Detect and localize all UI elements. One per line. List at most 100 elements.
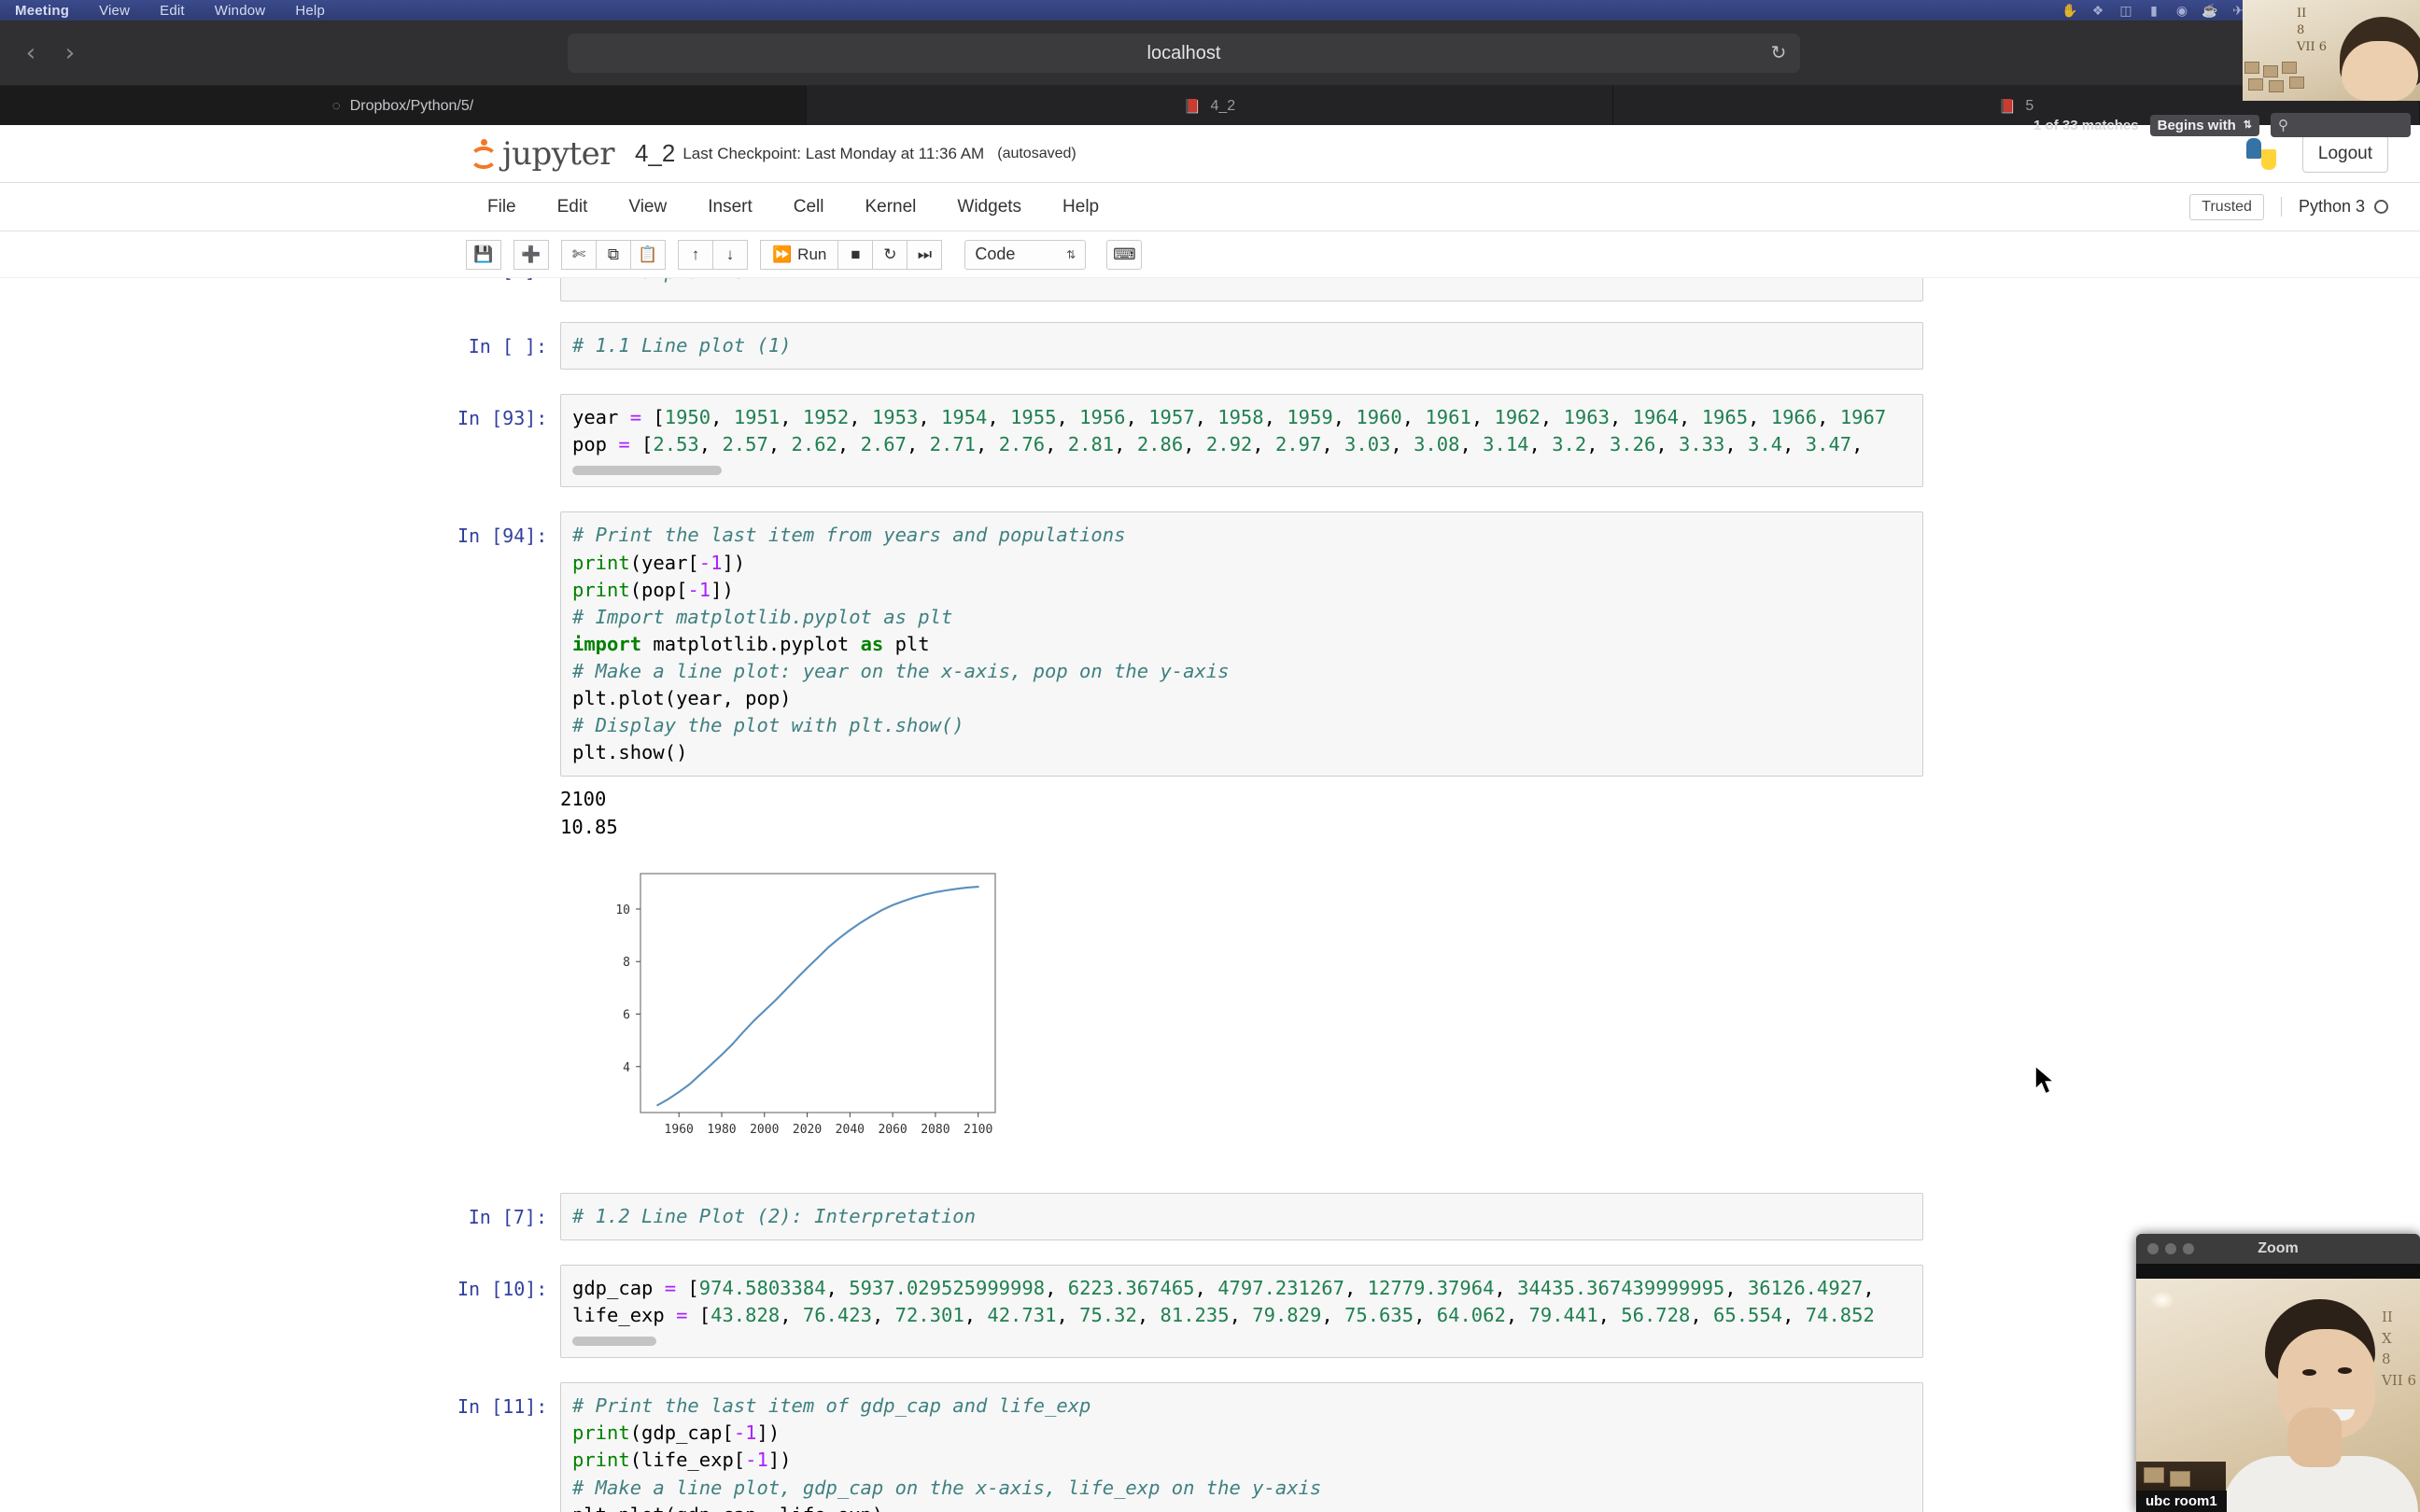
display-icon[interactable]: ◫: [2112, 3, 2140, 19]
find-input[interactable]: ⚲: [2271, 113, 2411, 137]
move-cell-down-button[interactable]: ↓: [712, 239, 748, 270]
code-line: plt.plot(year, pop): [572, 687, 792, 710]
restart-run-all-button[interactable]: ⏭: [907, 239, 943, 270]
cell-editor[interactable]: gdp_cap = [974.5803384, 5937.02952599999…: [560, 1264, 1923, 1359]
notebook-cell[interactable]: In [ ]: # 1.1 Line plot (1): [457, 322, 1923, 371]
menu-kernel[interactable]: Kernel: [844, 197, 936, 217]
menu-edit[interactable]: Edit: [537, 197, 609, 217]
notebook-cell[interactable]: In [94]: # Print the last item from year…: [457, 511, 1923, 777]
interrupt-kernel-button[interactable]: ■: [837, 239, 874, 270]
menu-widgets[interactable]: Widgets: [936, 197, 1042, 217]
tab-label: 5: [2025, 97, 2034, 114]
coffee-icon[interactable]: ☕: [2196, 3, 2224, 19]
tab-dropbox-python-5[interactable]: ◌ Dropbox/Python/5/: [0, 86, 807, 126]
copy-cell-button[interactable]: ⧉: [596, 239, 631, 270]
creative-cloud-icon[interactable]: ◉: [2168, 3, 2196, 19]
cell-editor[interactable]: # 1. Matplotlib: [560, 278, 1923, 302]
cut-cell-button[interactable]: ✄: [561, 239, 597, 270]
notebook-cell[interactable]: In [11]: # Print the last item of gdp_ca…: [457, 1382, 1923, 1512]
cell-editor[interactable]: # Print the last item of gdp_cap and lif…: [560, 1382, 1923, 1512]
reload-icon[interactable]: ↻: [1766, 41, 1791, 65]
move-group: ↑ ↓: [678, 239, 748, 270]
trusted-badge[interactable]: Trusted: [2189, 193, 2264, 220]
cell-editor[interactable]: # 1.2 Line Plot (2): Interpretation: [560, 1192, 1923, 1240]
kernel-indicator[interactable]: Python 3: [2280, 197, 2388, 217]
search-icon: ⚲: [2278, 118, 2288, 133]
cell-editor[interactable]: # 1.1 Line plot (1): [560, 322, 1923, 371]
hands-icon[interactable]: ✋: [2056, 3, 2084, 19]
menu-view[interactable]: View: [608, 197, 687, 217]
nav-buttons: ‹ ›: [11, 34, 90, 73]
menu-item-window[interactable]: Window: [200, 3, 281, 19]
notebook-name[interactable]: 4_2: [635, 139, 675, 168]
find-mode-label: Begins with: [2157, 117, 2236, 133]
dropbox-icon[interactable]: ❖: [2084, 3, 2112, 19]
cell-horizontal-scrollbar[interactable]: [572, 1337, 1911, 1348]
notebook-scroll-area[interactable]: In [2]: # 1. Matplotlib In [ ]: # 1.1 Li…: [0, 278, 2420, 1512]
browser-window: ‹ › ℎ ◐ localhost ↻ ◌ Dropbox/Python/5/ …: [0, 21, 2420, 1512]
menu-insert[interactable]: Insert: [687, 197, 773, 217]
y-tick-label: 10: [615, 903, 630, 917]
tab-label: Dropbox/Python/5/: [349, 97, 474, 114]
find-bar: 1 of 33 matches Begins with ⇅ ⚲: [2033, 110, 2420, 140]
menu-cell[interactable]: Cell: [773, 197, 845, 217]
code-line: life_exp = [43.828, 76.423, 72.301, 42.7…: [572, 1304, 1875, 1327]
jupyter-logo[interactable]: jupyter: [467, 135, 614, 173]
os-menu-bar: Meeting View Edit Window Help ✋ ❖ ◫ ▮ ◉ …: [0, 0, 2420, 21]
code-line: import matplotlib.pyplot as plt: [572, 632, 930, 655]
wall-photos: [2244, 62, 2315, 99]
notebook-favicon-icon: 📕: [1998, 98, 2017, 115]
menu-item-help[interactable]: Help: [280, 3, 340, 19]
chevron-updown-icon: ⇅: [1066, 247, 1076, 261]
kernel-idle-icon: [2374, 200, 2388, 214]
x-tick-label: 2020: [793, 1123, 822, 1137]
run-icon: ⏩: [772, 245, 793, 263]
menu-item-view[interactable]: View: [84, 3, 145, 19]
y-tick-label: 8: [623, 956, 630, 970]
cell-editor[interactable]: year = [1950, 1951, 1952, 1953, 1954, 19…: [560, 394, 1923, 488]
x-tick-label: 1980: [707, 1123, 736, 1137]
zoom-title-bar[interactable]: Zoom: [2136, 1234, 2420, 1264]
restart-kernel-button[interactable]: ↻: [872, 239, 908, 270]
find-mode-dropdown[interactable]: Begins with ⇅: [2149, 114, 2259, 136]
cell-output: 2100 10.85 1960 1980 2000 2020 2040 2060 2080 2…: [457, 786, 1923, 1169]
notebook-cell[interactable]: In [93]: year = [1950, 1951, 1952, 1953,…: [457, 394, 1923, 488]
run-cell-button[interactable]: ⏩ Run: [760, 239, 839, 270]
tab-label: 4_2: [1210, 97, 1236, 114]
x-tick-label: 2000: [750, 1123, 779, 1137]
code-line: # Print the last item from years and pop…: [572, 524, 1126, 547]
insert-cell-button[interactable]: ➕: [514, 239, 549, 270]
notebook-cell[interactable]: In [10]: gdp_cap = [974.5803384, 5937.02…: [457, 1264, 1923, 1359]
x-tick-label: 2040: [836, 1123, 865, 1137]
find-match-count: 1 of 33 matches: [2033, 117, 2139, 133]
cell-type-select[interactable]: Code ⇅: [964, 239, 1087, 270]
battery-icon[interactable]: ▮: [2140, 3, 2168, 19]
menu-file[interactable]: File: [467, 197, 537, 217]
participant-right-eye: [2338, 1367, 2352, 1374]
cell-editor[interactable]: # Print the last item from years and pop…: [560, 511, 1923, 777]
forward-button[interactable]: ›: [50, 34, 90, 73]
notebook-cell[interactable]: In [7]: # 1.2 Line Plot (2): Interpretat…: [457, 1192, 1923, 1240]
code-line: gdp_cap = [974.5803384, 5937.02952599999…: [572, 1276, 1875, 1299]
zoom-call-window[interactable]: Zoom II X 8 VII 6 ubc room1: [2136, 1234, 2420, 1512]
participant-left-eye: [2302, 1369, 2316, 1376]
participant-name-badge: ubc room1: [2136, 1491, 2227, 1512]
command-palette-button[interactable]: ⌨: [1106, 239, 1143, 270]
save-button[interactable]: 💾: [466, 239, 501, 270]
logout-button[interactable]: Logout: [2301, 134, 2388, 173]
back-button[interactable]: ‹: [11, 34, 50, 73]
move-cell-up-button[interactable]: ↑: [678, 239, 713, 270]
zoom-window-title: Zoom: [2258, 1240, 2299, 1256]
cell-horizontal-scrollbar[interactable]: [572, 466, 1911, 477]
notebook-body: In [2]: # 1. Matplotlib In [ ]: # 1.1 Li…: [0, 278, 2420, 1512]
menu-item-edit[interactable]: Edit: [145, 3, 200, 19]
python-logo-icon: [2245, 137, 2276, 170]
notebook-cell[interactable]: In [2]: # 1. Matplotlib: [457, 278, 1923, 302]
cell-prompt: In [ ]:: [468, 335, 547, 358]
address-bar[interactable]: localhost ↻: [568, 34, 1800, 73]
tab-4-2[interactable]: 📕 4_2: [807, 86, 1613, 126]
zoom-self-view-thumbnail[interactable]: II 8 VII 6: [2243, 0, 2420, 101]
menu-help[interactable]: Help: [1042, 197, 1119, 217]
paste-cell-button[interactable]: 📋: [630, 239, 666, 270]
menu-item-meeting[interactable]: Meeting: [0, 3, 84, 19]
